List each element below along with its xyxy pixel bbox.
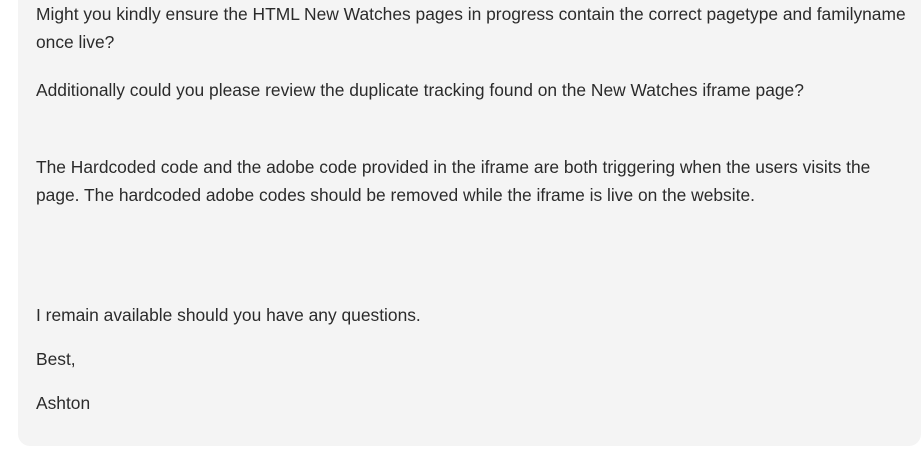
- message-paragraph-duplicate-tracking: Additionally could you please review the…: [36, 80, 804, 100]
- message-paragraph-closing: I remain available should you have any q…: [36, 305, 421, 325]
- message-signoff: Best,: [36, 349, 76, 369]
- message-paragraph-request: Might you kindly ensure the HTML New Wat…: [36, 4, 906, 52]
- message-signature-name: Ashton: [36, 393, 91, 413]
- message-body: Might you kindly ensure the HTML New Wat…: [18, 0, 921, 446]
- message-paragraph-details: The Hardcoded code and the adobe code pr…: [36, 157, 871, 205]
